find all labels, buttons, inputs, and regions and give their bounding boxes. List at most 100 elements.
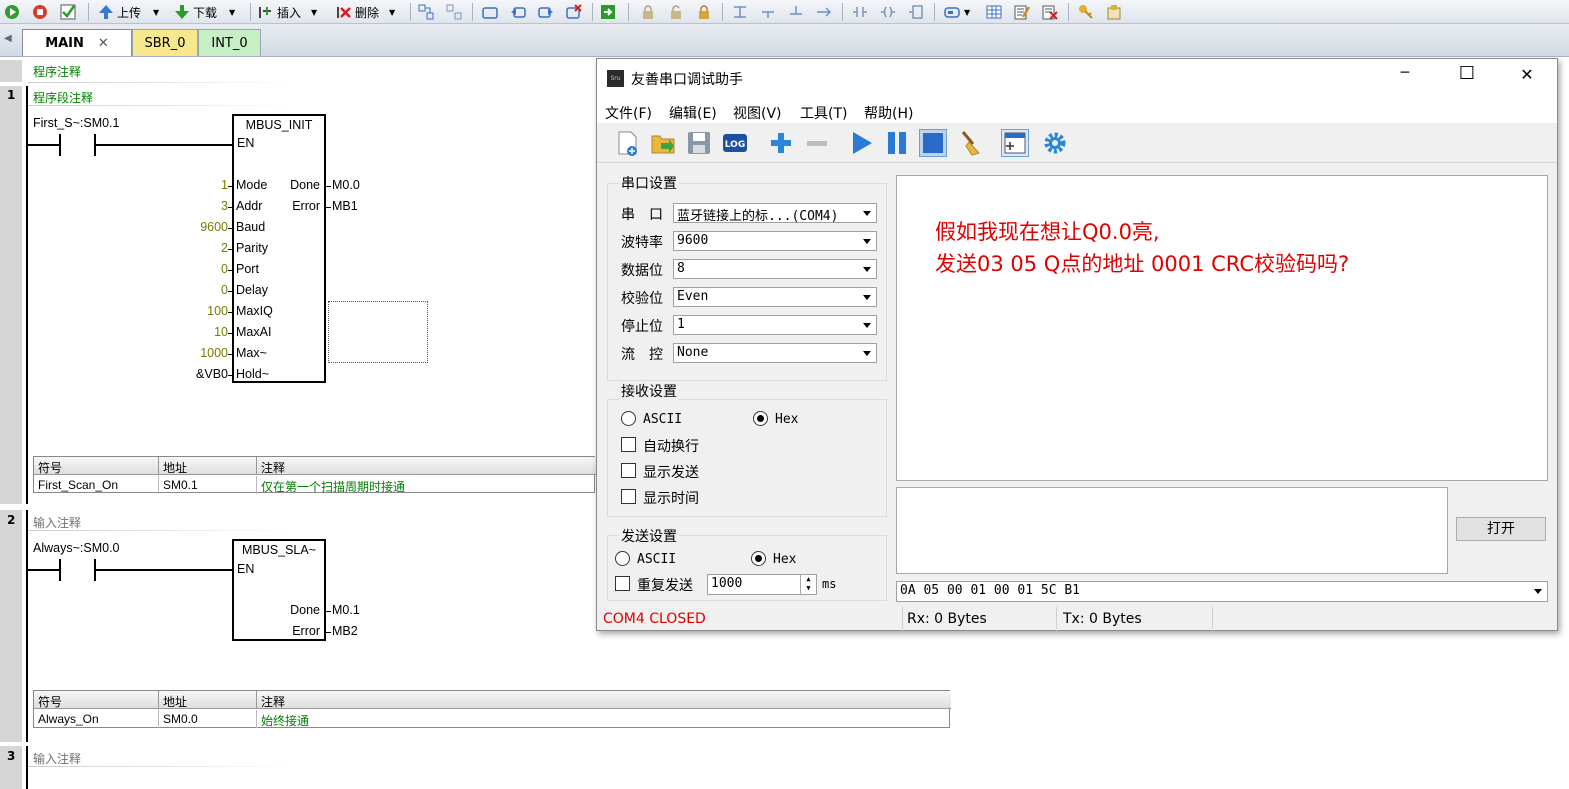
delete-dropdown-icon[interactable]: ▼ <box>389 8 395 17</box>
stop-icon[interactable] <box>919 129 947 157</box>
tab-sbr-0[interactable]: SBR_0 <box>132 29 198 56</box>
input-value[interactable]: 3 <box>150 199 228 213</box>
address-cell[interactable]: SM0.0 <box>159 710 257 728</box>
network-comment[interactable]: 程序段注释 <box>33 89 93 106</box>
branch-button-1[interactable] <box>732 2 748 22</box>
show-time-checkbox[interactable] <box>621 489 636 504</box>
menu-edit[interactable]: 编辑(E) <box>669 103 717 123</box>
network-comment[interactable]: 输入注释 <box>33 750 81 767</box>
lock-button-2[interactable] <box>668 2 684 22</box>
input-value[interactable]: 2 <box>150 241 228 255</box>
key-button[interactable] <box>1078 2 1094 22</box>
download-dropdown-icon[interactable]: ▼ <box>229 8 235 17</box>
remove-window-button[interactable] <box>566 2 582 22</box>
contact-label[interactable]: Always~:SM0.0 <box>33 541 120 555</box>
port-field-select[interactable]: Even <box>673 287 877 307</box>
tab-close-icon[interactable]: ✕ <box>98 36 109 51</box>
symbol-cell[interactable]: First_Scan_On <box>34 476 159 494</box>
open-button[interactable]: 打开 <box>1456 517 1546 541</box>
repeat-interval-input[interactable]: 1000 ▲ ▼ <box>707 574 817 595</box>
download-button[interactable]: 下载 ▼ <box>174 2 235 22</box>
insert-dropdown-icon[interactable]: ▼ <box>311 8 317 17</box>
save-icon[interactable] <box>685 129 713 157</box>
show-send-checkbox[interactable] <box>621 463 636 478</box>
auto-newline-checkbox[interactable] <box>621 437 636 452</box>
tab-main[interactable]: MAIN ✕ <box>22 29 132 56</box>
upload-button[interactable]: 上传 ▼ <box>98 2 159 22</box>
tab-int-0[interactable]: INT_0 <box>198 29 261 56</box>
edit-clear-button[interactable] <box>1042 2 1058 22</box>
network-comment[interactable]: 输入注释 <box>33 514 81 531</box>
coil-button[interactable] <box>880 2 896 22</box>
port-field-select[interactable]: 9600 <box>673 231 877 251</box>
chevron-down-icon[interactable] <box>863 323 871 328</box>
receive-hex-radio[interactable] <box>753 411 768 426</box>
program-comment[interactable]: 程序注释 <box>33 63 81 80</box>
upload-dropdown-icon[interactable]: ▼ <box>153 8 159 17</box>
arrow-left-button[interactable] <box>510 2 526 22</box>
input-value[interactable]: 0 <box>150 262 228 276</box>
stop-button[interactable] <box>32 2 48 22</box>
open-folder-icon[interactable] <box>649 129 677 157</box>
chevron-down-icon[interactable] <box>863 267 871 272</box>
play-icon[interactable] <box>847 129 875 157</box>
display-button[interactable]: ▼ <box>944 2 970 22</box>
edit-button[interactable] <box>1014 2 1031 22</box>
arrow-right-button[interactable] <box>538 2 554 22</box>
chevron-down-icon[interactable] <box>863 295 871 300</box>
receive-pane[interactable]: 假如我现在想让Q0.0亮, 发送03 05 Q点的地址 0001 CRC校验码吗… <box>896 175 1548 481</box>
output-value[interactable]: M0.1 <box>332 603 360 617</box>
port-field-select[interactable]: 蓝牙链接上的标...(COM4) <box>673 203 877 223</box>
menu-tools[interactable]: 工具(T) <box>800 103 847 123</box>
log-icon[interactable]: LOG <box>721 129 749 157</box>
input-value[interactable]: 10 <box>150 325 228 339</box>
pause-icon[interactable] <box>883 129 911 157</box>
branch-button-3[interactable] <box>788 2 804 22</box>
branch-button-2[interactable] <box>760 2 776 22</box>
output-value[interactable]: M0.0 <box>332 178 360 192</box>
symbol-cell[interactable]: Always_On <box>34 710 159 728</box>
menu-view[interactable]: 视图(V) <box>733 103 782 123</box>
insert-button[interactable]: 插入 ▼ <box>258 2 317 22</box>
box-button[interactable] <box>908 2 924 22</box>
contact-button[interactable] <box>852 2 868 22</box>
network-icon-button-1[interactable] <box>418 2 434 22</box>
send-history-combo[interactable]: 0A 05 00 01 00 01 5C B1 <box>896 581 1548 602</box>
settings-icon[interactable] <box>1041 129 1069 157</box>
send-pane[interactable] <box>896 487 1448 574</box>
lock-button-1[interactable] <box>640 2 656 22</box>
close-button[interactable]: ✕ <box>1515 65 1539 84</box>
menu-file[interactable]: 文件(F) <box>605 103 652 123</box>
broom-icon[interactable] <box>957 129 985 157</box>
input-value[interactable]: 1 <box>150 178 228 192</box>
port-field-select[interactable]: None <box>673 343 877 363</box>
minimize-button[interactable]: ─ <box>1393 65 1417 81</box>
run-button[interactable] <box>4 2 20 22</box>
contact-label[interactable]: First_S~:SM0.1 <box>33 116 120 130</box>
menu-help[interactable]: 帮助(H) <box>864 103 913 123</box>
contact-symbol[interactable] <box>59 559 61 581</box>
receive-ascii-radio[interactable] <box>621 411 636 426</box>
chevron-down-icon[interactable] <box>863 239 871 244</box>
remove-icon[interactable] <box>803 129 831 157</box>
chevron-down-icon[interactable] <box>863 351 871 356</box>
tab-scroll-left-icon[interactable]: ◀ <box>4 33 12 44</box>
lock-add-button[interactable] <box>696 2 712 22</box>
input-value[interactable]: &VB0 <box>150 367 228 381</box>
goto-button[interactable] <box>600 2 616 22</box>
comment-cell[interactable]: 始终接通 <box>257 710 951 728</box>
delete-button[interactable]: 删除 ▼ <box>336 2 395 22</box>
network-icon-button-2[interactable] <box>446 2 462 22</box>
maximize-button[interactable]: ☐ <box>1455 63 1479 84</box>
comment-cell[interactable]: 仅在第一个扫描周期时接通 <box>257 476 596 494</box>
spinner-icon[interactable]: ▲ ▼ <box>800 575 816 594</box>
contact-symbol[interactable] <box>59 134 61 156</box>
layout-icon[interactable] <box>1001 129 1029 157</box>
send-ascii-radio[interactable] <box>615 551 630 566</box>
input-value[interactable]: 1000 <box>150 346 228 360</box>
input-value[interactable]: 100 <box>150 304 228 318</box>
output-value[interactable]: MB1 <box>332 199 358 213</box>
table-button[interactable] <box>986 2 1002 22</box>
compile-button[interactable] <box>60 2 76 22</box>
window-icon-button[interactable] <box>482 2 498 22</box>
